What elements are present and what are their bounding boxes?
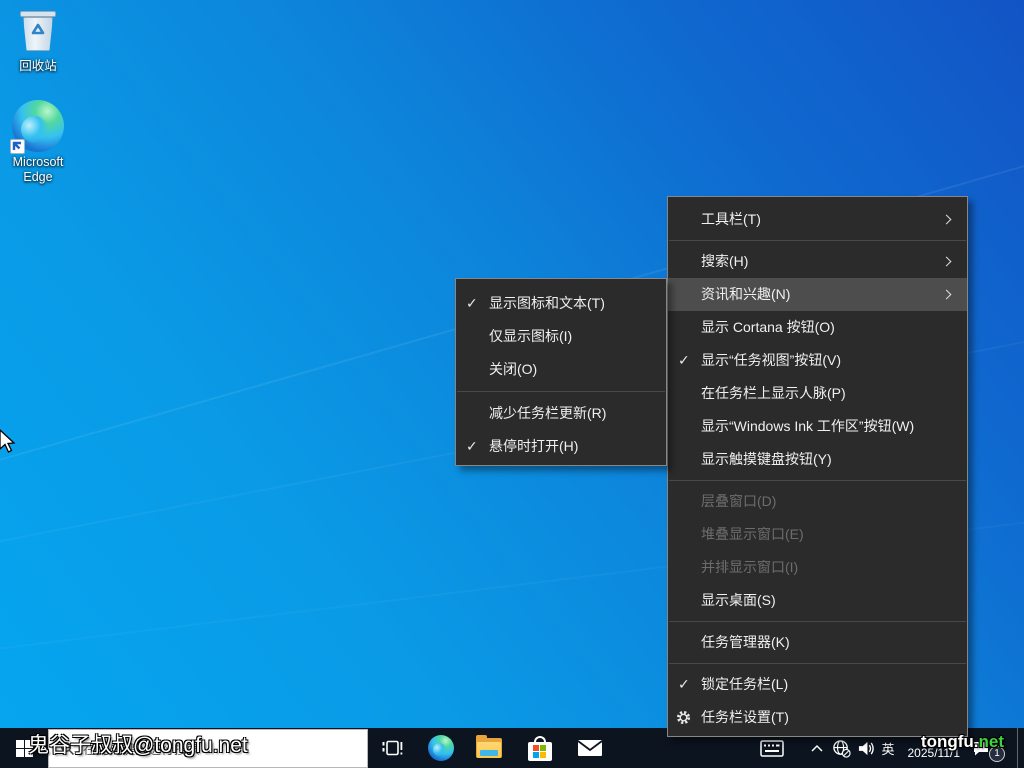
mouse-cursor <box>0 429 18 455</box>
watermark-corner: tongfu.net <box>921 732 1004 752</box>
task-view-button[interactable] <box>369 728 415 768</box>
menu-item-search[interactable]: 搜索(H) <box>668 245 967 278</box>
checkmark-icon: ✓ <box>466 430 478 463</box>
menu-item-open-on-hover[interactable]: ✓ 悬停时打开(H) <box>456 430 666 463</box>
edge-icon <box>12 100 64 152</box>
desktop[interactable]: 回收站 Microsoft Edge ✓ 显示图标和文本(T) 仅显示图标(I)… <box>0 0 1024 768</box>
mail-button[interactable] <box>567 728 613 768</box>
desktop-icon-label: Microsoft Edge <box>5 155 71 185</box>
edge-taskbar-button[interactable] <box>418 728 464 768</box>
menu-item-label: 层叠窗口(D) <box>701 493 776 509</box>
file-explorer-button[interactable] <box>466 728 512 768</box>
menu-item-label: 显示图标和文本(T) <box>489 295 605 311</box>
news-interests-submenu: ✓ 显示图标和文本(T) 仅显示图标(I) 关闭(O) 减少任务栏更新(R) ✓… <box>455 278 667 466</box>
menu-item-label: 显示触摸键盘按钮(Y) <box>701 451 832 467</box>
watermark-left: 鬼谷子叔叔@tongfu.net <box>28 729 248 759</box>
edge-icon <box>428 735 454 761</box>
menu-item-label: 并排显示窗口(I) <box>701 559 798 575</box>
submenu-arrow-icon <box>942 256 952 266</box>
menu-item-label: 显示“任务视图”按钮(V) <box>701 352 841 368</box>
checkmark-icon: ✓ <box>678 668 690 701</box>
menu-item-label: 资讯和兴趣(N) <box>701 286 790 302</box>
taskbar-context-menu: 工具栏(T) 搜索(H) 资讯和兴趣(N) 显示 Cortana 按钮(O) ✓… <box>667 196 968 737</box>
menu-separator <box>457 391 665 392</box>
menu-item-lock-the-taskbar[interactable]: ✓ 锁定任务栏(L) <box>668 668 967 701</box>
menu-separator <box>669 663 966 664</box>
network-no-internet-icon <box>832 739 851 758</box>
recycle-arrows-icon <box>28 23 48 41</box>
menu-item-label: 工具栏(T) <box>701 211 761 227</box>
touch-keyboard-icon <box>760 740 784 757</box>
menu-item-label: 显示桌面(S) <box>701 592 776 608</box>
menu-item-label: 显示 Cortana 按钮(O) <box>701 319 835 335</box>
menu-item-task-manager[interactable]: 任务管理器(K) <box>668 626 967 659</box>
file-explorer-icon <box>476 738 502 758</box>
submenu-arrow-icon <box>942 214 952 224</box>
microsoft-store-button[interactable] <box>517 728 563 768</box>
recycle-bin-icon <box>14 8 62 56</box>
menu-item-label: 悬停时打开(H) <box>489 438 578 454</box>
menu-item-taskbar-settings[interactable]: 任务栏设置(T) <box>668 701 967 734</box>
menu-item-news-and-interests[interactable]: 资讯和兴趣(N) <box>668 278 967 311</box>
task-view-icon <box>380 736 404 760</box>
menu-item-show-touch-keyboard-button[interactable]: 显示触摸键盘按钮(Y) <box>668 443 967 476</box>
menu-item-label: 显示“Windows Ink 工作区”按钮(W) <box>701 418 914 434</box>
chevron-up-icon <box>811 744 823 752</box>
menu-item-show-task-view-button[interactable]: ✓ 显示“任务视图”按钮(V) <box>668 344 967 377</box>
menu-item-label: 减少任务栏更新(R) <box>489 405 606 421</box>
submenu-arrow-icon <box>942 289 952 299</box>
mail-icon <box>577 737 603 759</box>
menu-item-show-windows-ink-workspace-button[interactable]: 显示“Windows Ink 工作区”按钮(W) <box>668 410 967 443</box>
store-icon <box>528 742 552 761</box>
menu-item-cascade-windows: 层叠窗口(D) <box>668 485 967 518</box>
menu-item-show-people-on-taskbar[interactable]: 在任务栏上显示人脉(P) <box>668 377 967 410</box>
checkmark-icon: ✓ <box>678 344 690 377</box>
menu-item-label: 仅显示图标(I) <box>489 328 572 344</box>
ime-label: 英 <box>881 739 894 758</box>
menu-item-show-desktop[interactable]: 显示桌面(S) <box>668 584 967 617</box>
menu-item-toolbars[interactable]: 工具栏(T) <box>668 203 967 236</box>
desktop-icon-recycle-bin[interactable]: 回收站 <box>5 8 71 74</box>
menu-item-label: 任务栏设置(T) <box>701 709 789 725</box>
menu-item-show-icon-and-text[interactable]: ✓ 显示图标和文本(T) <box>456 287 666 320</box>
desktop-icon-label: 回收站 <box>5 59 71 74</box>
menu-item-show-cortana-button[interactable]: 显示 Cortana 按钮(O) <box>668 311 967 344</box>
menu-item-show-windows-side-by-side: 并排显示窗口(I) <box>668 551 967 584</box>
menu-separator <box>669 480 966 481</box>
menu-separator <box>669 621 966 622</box>
desktop-icon-microsoft-edge[interactable]: Microsoft Edge <box>5 100 71 185</box>
menu-item-label: 锁定任务栏(L) <box>701 676 788 692</box>
shortcut-arrow-icon <box>10 139 25 154</box>
menu-item-show-icon-only[interactable]: 仅显示图标(I) <box>456 320 666 353</box>
menu-item-label: 关闭(O) <box>489 361 537 377</box>
menu-item-label: 在任务栏上显示人脉(P) <box>701 385 846 401</box>
speaker-icon <box>857 740 876 757</box>
menu-item-label: 任务管理器(K) <box>701 634 790 650</box>
menu-item-label: 堆叠显示窗口(E) <box>701 526 804 542</box>
menu-item-reduce-taskbar-updates[interactable]: 减少任务栏更新(R) <box>456 397 666 430</box>
menu-item-turn-off[interactable]: 关闭(O) <box>456 353 666 386</box>
gear-icon <box>676 710 691 725</box>
menu-item-label: 搜索(H) <box>701 253 748 269</box>
menu-separator <box>669 240 966 241</box>
menu-item-show-windows-stacked: 堆叠显示窗口(E) <box>668 518 967 551</box>
show-desktop-button[interactable] <box>1017 728 1024 768</box>
checkmark-icon: ✓ <box>466 287 478 320</box>
